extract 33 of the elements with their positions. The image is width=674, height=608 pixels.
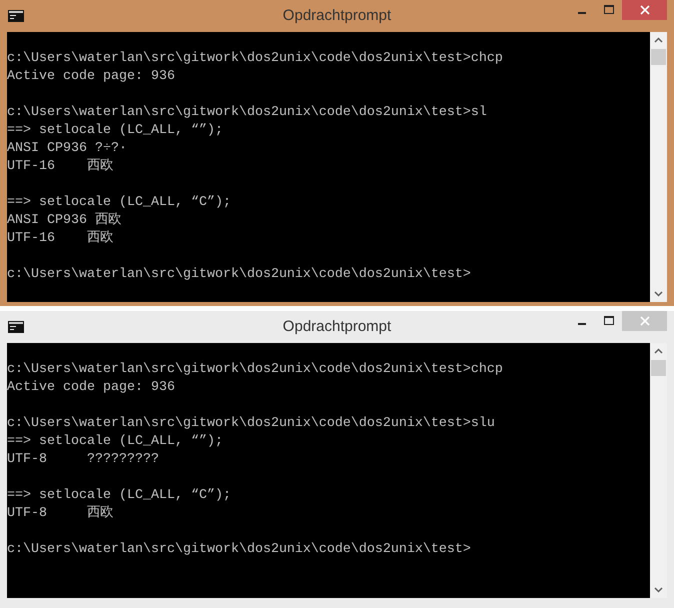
maximize-icon [604,5,614,15]
console-line: ==> setlocale (LC_ALL, “C”); [7,487,231,505]
scrollbar-thumb[interactable] [651,360,666,376]
console-line: c:\Users\waterlan\src\gitwork\dos2unix\code\dos2unix\test>slu [7,415,495,433]
close-button[interactable] [622,0,667,20]
scrollbar[interactable] [650,343,667,598]
console-line: ANSI CP936 ?÷?· [7,140,127,158]
console-line: ==> setlocale (LC_ALL, “”); [7,433,223,451]
console-line: UTF-16 西欧 [7,158,113,176]
console-line: c:\Users\waterlan\src\gitwork\dos2unix\code\dos2unix\test>chcp [7,50,503,68]
console-line: UTF-8 ????????? [7,451,159,469]
console-line: ==> setlocale (LC_ALL, “C”); [7,194,231,212]
console-line: Active code page: 936 [7,379,175,397]
minimize-icon [578,12,586,14]
minimize-icon [578,323,586,325]
scrollbar-thumb[interactable] [651,49,666,65]
close-icon [640,5,650,15]
console-line: ==> setlocale (LC_ALL, “”); [7,122,223,140]
console-line: c:\Users\waterlan\src\gitwork\dos2unix\code\dos2unix\test>sl [7,104,487,122]
console-line: c:\Users\waterlan\src\gitwork\dos2unix\code\dos2unix\test>chcp [7,361,503,379]
maximize-icon [604,316,614,326]
console-icon [8,321,24,333]
window-title: Opdrachtprompt [282,6,392,26]
console-line: UTF-16 西欧 [7,230,113,248]
console-icon [8,10,24,22]
close-icon [640,316,650,326]
window-title: Opdrachtprompt [282,316,392,337]
console-line: ANSI CP936 西欧 [7,212,121,230]
console-line: Active code page: 936 [7,68,175,86]
console-line: c:\Users\waterlan\src\gitwork\dos2unix\code\dos2unix\test> [7,541,471,559]
scrollbar[interactable] [650,32,667,302]
console-line: c:\Users\waterlan\src\gitwork\dos2unix\code\dos2unix\test> [7,266,471,284]
console-line: UTF-8 西欧 [7,505,113,523]
